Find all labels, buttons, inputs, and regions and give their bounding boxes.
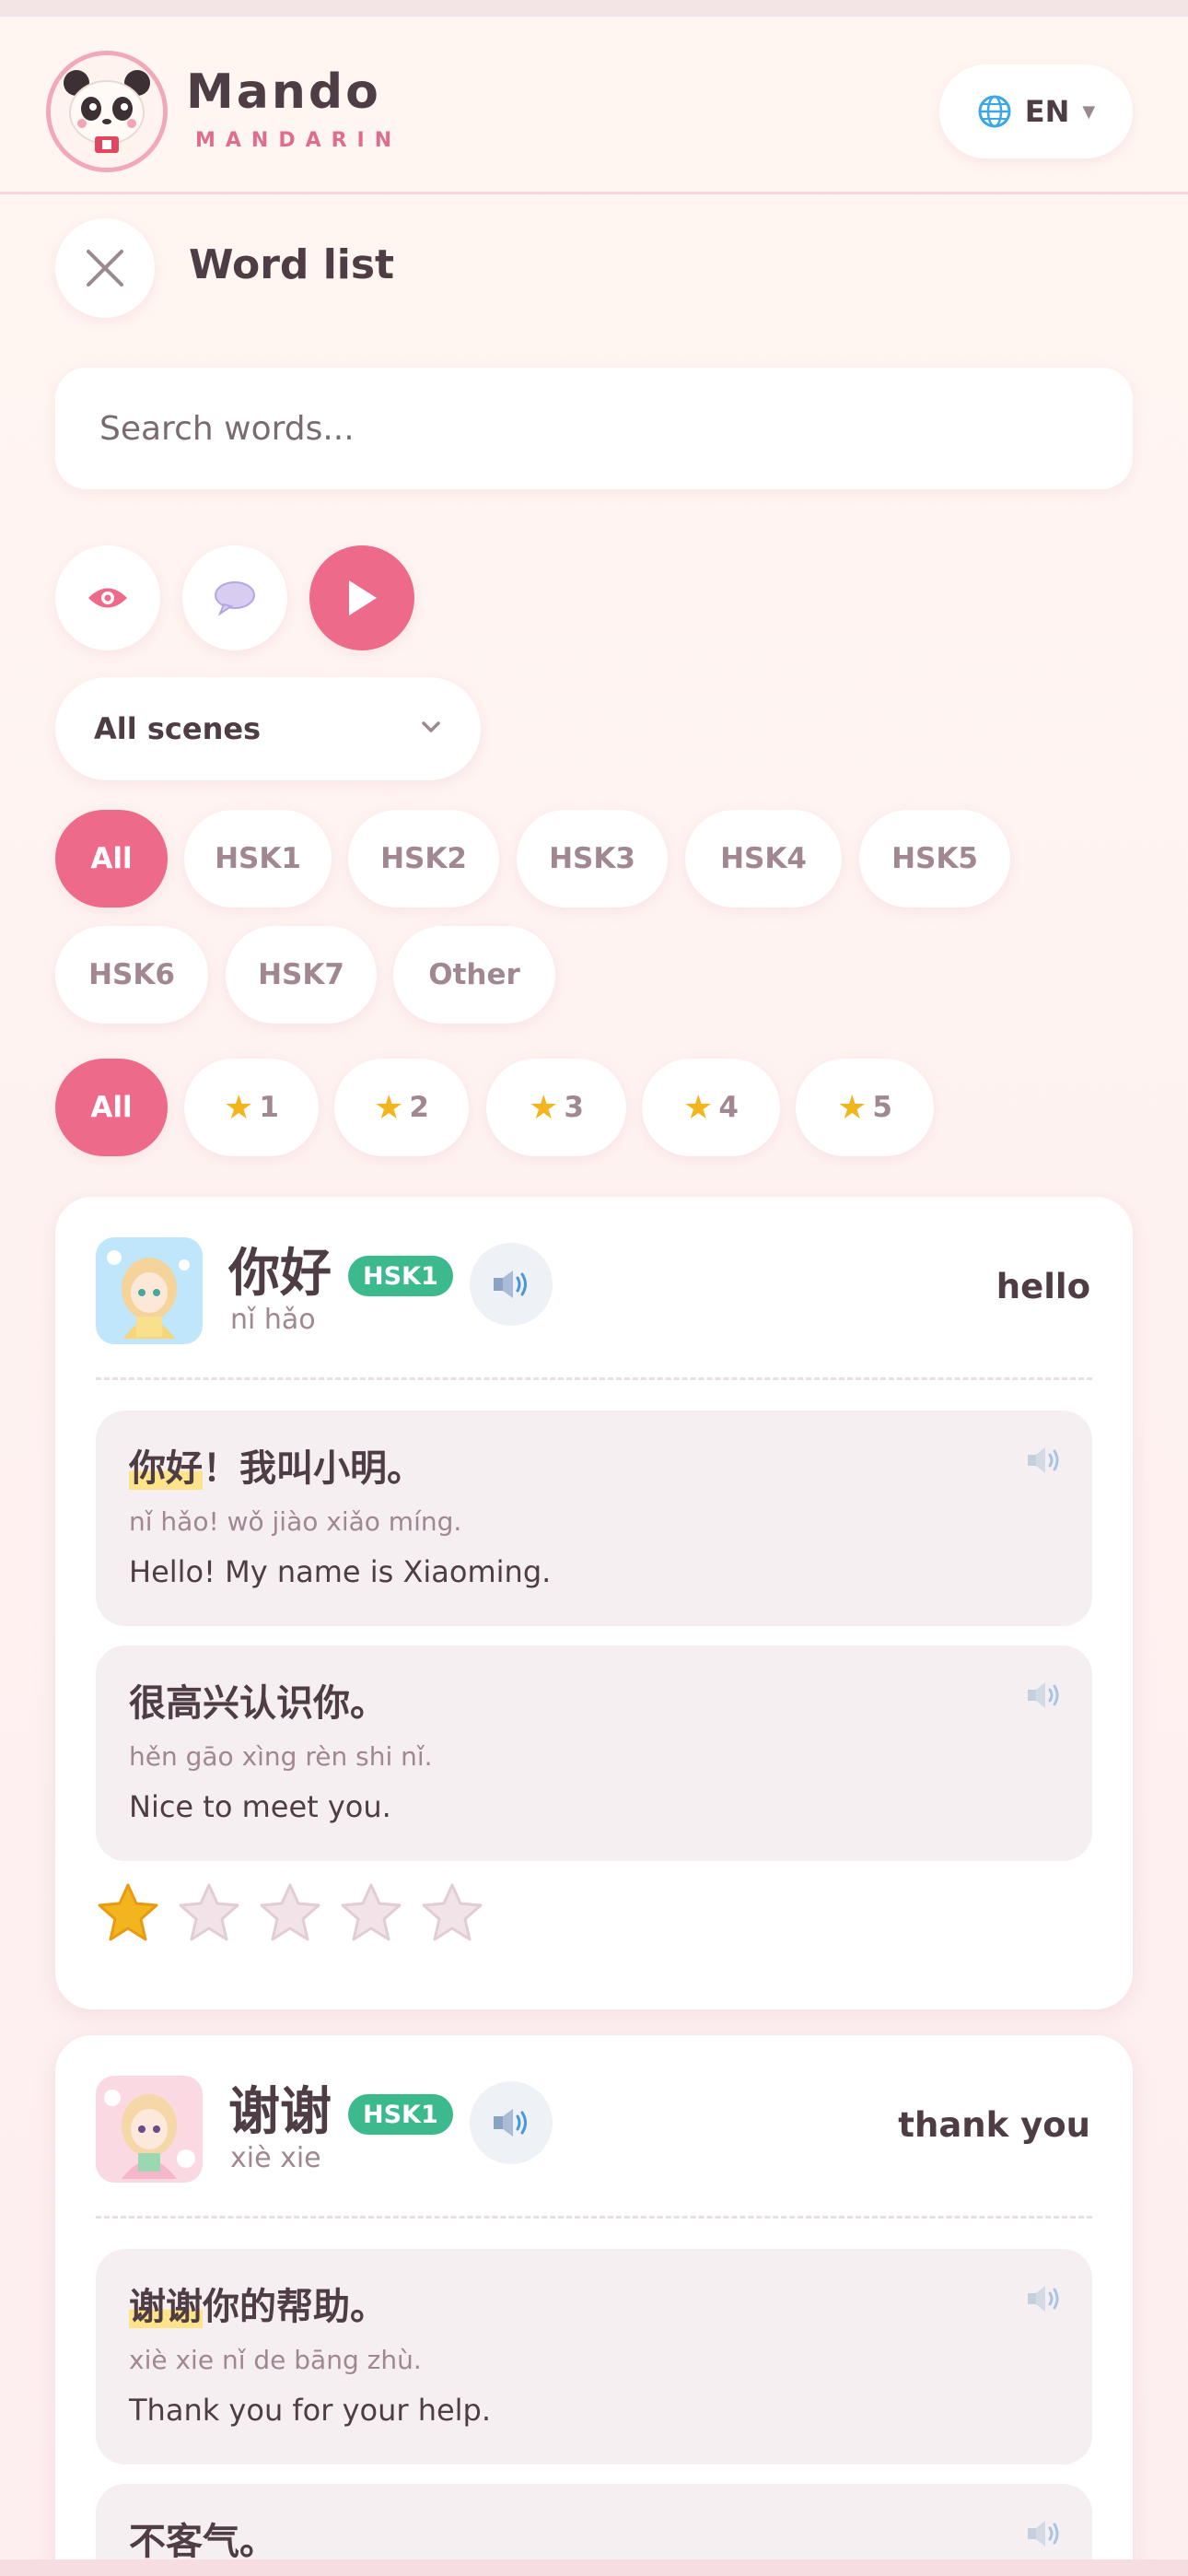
speaker-icon xyxy=(494,2109,527,2137)
speaker-icon[interactable] xyxy=(1024,2280,1065,2317)
page-title: Word list xyxy=(189,241,395,288)
eye-icon xyxy=(88,588,127,608)
hsk-level-badge: HSK1 xyxy=(348,1256,453,1296)
example-chinese: 你好！我叫小明。 xyxy=(129,1438,424,1492)
star-filter-label: 2 xyxy=(409,1091,429,1124)
play-icon xyxy=(349,580,377,615)
star-filter-label: 3 xyxy=(564,1091,584,1124)
example-highlight: 谢谢 xyxy=(129,2286,203,2328)
star-icon: ★ xyxy=(529,1088,559,1127)
status-strip xyxy=(0,0,1188,17)
level-filter-hsk5[interactable]: HSK5 xyxy=(859,810,1010,907)
level-filter-all[interactable]: All xyxy=(55,810,168,907)
level-filter-hsk7[interactable]: HSK7 xyxy=(226,926,377,1024)
character-thumbnail xyxy=(96,2076,203,2183)
example-chinese: 很高兴认识你。 xyxy=(129,1673,387,1727)
close-button[interactable] xyxy=(55,218,155,318)
play-all-button[interactable] xyxy=(309,545,414,650)
toggle-examples-button[interactable] xyxy=(182,545,287,650)
rating-stars xyxy=(96,1880,484,1945)
word-card: 谢谢 HSK1 xiè xie thank you 谢谢你的帮助。 xiè xi… xyxy=(55,2035,1133,2576)
example-english: Thank you for your help. xyxy=(129,2393,492,2428)
rating-star-3[interactable] xyxy=(258,1880,322,1945)
star-icon: ★ xyxy=(374,1088,404,1127)
example-sentence: 你好！我叫小明。 nǐ hǎo! wǒ jiào xiǎo míng. Hell… xyxy=(96,1411,1092,1626)
language-label: EN xyxy=(1024,94,1070,129)
scene-dropdown-value: All scenes xyxy=(94,711,262,746)
example-highlight: 你好 xyxy=(129,1447,203,1490)
caret-down-icon: ▼ xyxy=(1082,101,1096,122)
word-pinyin: nǐ hǎo xyxy=(230,1304,316,1336)
divider xyxy=(96,1377,1092,1380)
close-icon xyxy=(87,250,123,287)
example-pinyin: nǐ hǎo! wǒ jiào xiǎo míng. xyxy=(129,1506,462,1537)
speaker-icon xyxy=(494,1270,527,1298)
rating-star-4[interactable] xyxy=(339,1880,403,1945)
language-selector[interactable]: EN ▼ xyxy=(939,64,1133,158)
panda-avatar-icon xyxy=(46,51,168,172)
example-rest: 你的帮助。 xyxy=(203,2286,387,2328)
example-pinyin: xiè xie nǐ de bāng zhù. xyxy=(129,2345,422,2375)
play-word-audio-button[interactable] xyxy=(470,1243,553,1326)
star-icon: ★ xyxy=(683,1088,714,1127)
speaker-icon[interactable] xyxy=(1024,2515,1065,2552)
example-english: Hello! My name is Xiaoming. xyxy=(129,1554,552,1589)
app-header: Mando MANDARIN EN ▼ xyxy=(0,17,1188,194)
hsk-level-badge: HSK1 xyxy=(348,2094,453,2135)
star-icon: ★ xyxy=(224,1088,254,1127)
star-filter-1[interactable]: ★ 1 xyxy=(184,1059,319,1156)
level-filter-hsk1[interactable]: HSK1 xyxy=(184,810,332,907)
example-rest: 很高兴认识你。 xyxy=(129,1682,387,1725)
example-pinyin: hěn gāo xìng rèn shi nǐ. xyxy=(129,1741,433,1772)
star-filter-all[interactable]: All xyxy=(55,1059,168,1156)
speaker-icon[interactable] xyxy=(1024,1677,1065,1714)
star-filter-label: 4 xyxy=(718,1091,739,1124)
level-filter-other[interactable]: Other xyxy=(393,926,555,1024)
character-thumbnail xyxy=(96,1237,203,1344)
rating-star-2[interactable] xyxy=(177,1880,241,1945)
example-rest: ！我叫小明。 xyxy=(203,1447,424,1490)
example-chinese: 不客气。 xyxy=(129,2512,276,2565)
example-sentence: 很高兴认识你。 hěn gāo xìng rèn shi nǐ. Nice to… xyxy=(96,1645,1092,1861)
divider xyxy=(96,2216,1092,2219)
level-filter-hsk4[interactable]: HSK4 xyxy=(685,810,842,907)
speech-bubble-icon xyxy=(215,581,255,616)
level-filter-hsk3[interactable]: HSK3 xyxy=(517,810,668,907)
bottom-strip xyxy=(0,2559,1188,2576)
example-rest: 不客气。 xyxy=(129,2521,276,2563)
star-filter-2[interactable]: ★ 2 xyxy=(334,1059,469,1156)
word-hanzi: 你好 xyxy=(228,1244,332,1304)
search-input[interactable] xyxy=(55,368,1133,489)
star-filter-label: 5 xyxy=(872,1091,892,1124)
word-hanzi: 谢谢 xyxy=(228,2082,332,2142)
level-filter-hsk6[interactable]: HSK6 xyxy=(55,926,208,1024)
star-filter-5[interactable]: ★ 5 xyxy=(796,1059,934,1156)
example-chinese: 谢谢你的帮助。 xyxy=(129,2277,387,2330)
globe-icon xyxy=(978,95,1011,128)
brand-subtitle: MANDARIN xyxy=(195,129,402,152)
chevron-down-icon xyxy=(422,721,440,732)
rating-star-1[interactable] xyxy=(96,1880,160,1945)
example-sentence: 谢谢你的帮助。 xiè xie nǐ de bāng zhù. Thank yo… xyxy=(96,2249,1092,2465)
star-icon: ★ xyxy=(837,1088,868,1127)
level-filter-hsk2[interactable]: HSK2 xyxy=(348,810,499,907)
word-meaning: hello xyxy=(996,1267,1090,1306)
play-word-audio-button[interactable] xyxy=(470,2081,553,2164)
toggle-reveal-button[interactable] xyxy=(55,545,160,650)
example-english: Nice to meet you. xyxy=(129,1789,391,1824)
rating-star-5[interactable] xyxy=(420,1880,484,1945)
word-meaning: thank you xyxy=(898,2105,1090,2145)
scene-dropdown[interactable]: All scenes xyxy=(55,677,481,780)
star-filter-4[interactable]: ★ 4 xyxy=(642,1059,780,1156)
star-filter-label: 1 xyxy=(259,1091,279,1124)
word-card: 你好 HSK1 nǐ hǎo hello 你好！我叫小明。 nǐ hǎo! wǒ… xyxy=(55,1197,1133,2009)
brand-name: Mando xyxy=(186,64,381,120)
star-filter-3[interactable]: ★ 3 xyxy=(486,1059,626,1156)
speaker-icon[interactable] xyxy=(1024,1442,1065,1479)
word-pinyin: xiè xie xyxy=(230,2142,321,2174)
